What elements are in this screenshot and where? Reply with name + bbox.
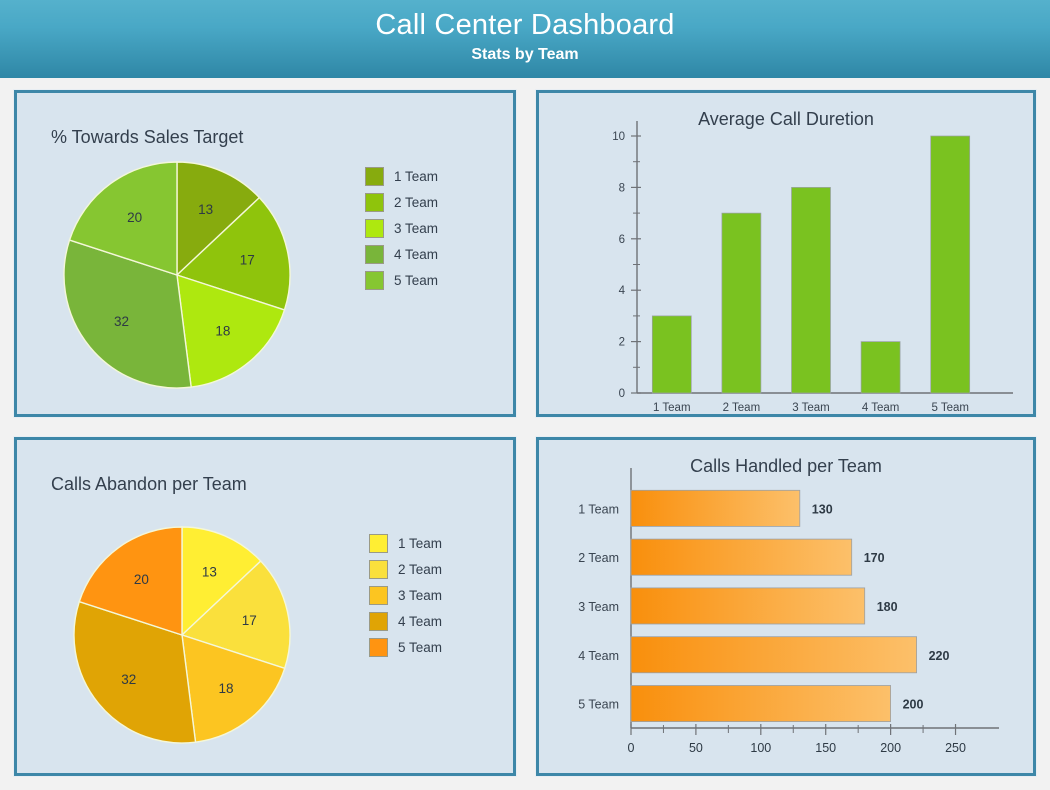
y-axis-category-label: 2 Team xyxy=(578,551,619,565)
pie-slice-value-label: 17 xyxy=(240,252,255,267)
legend-swatch-icon xyxy=(369,585,388,605)
legend-label: 1 Team xyxy=(394,168,439,184)
x-axis-category-label: 1 Team xyxy=(653,402,691,414)
pie-slice-value-label: 18 xyxy=(218,681,233,696)
panel-title-calls-abandon: Calls Abandon per Team xyxy=(51,474,247,494)
legend-label: 3 Team xyxy=(394,220,439,236)
legend-calls-abandon-item[interactable]: 1 Team xyxy=(369,530,442,556)
dashboard-header: Call Center Dashboard Stats by Team xyxy=(0,0,1050,78)
x-axis-category-label: 5 Team xyxy=(931,402,969,414)
bar[interactable] xyxy=(721,212,762,394)
bar[interactable] xyxy=(791,187,831,394)
pie-chart-calls-abandon-svg: 13 17 18 32 20 xyxy=(73,526,291,744)
x-axis-tick-label: 0 xyxy=(628,741,635,755)
panel-sales-target: % Towards Sales Target 13 17 18 32 20 1 Team… xyxy=(14,90,516,417)
pie-chart-sales-target: 13 17 18 32 20 xyxy=(57,155,297,400)
x-axis-tick-label: 50 xyxy=(689,741,703,755)
panel-average-call-duration: Average Call Duretion 0 2 4 6 8 10 1 Team 2 Tea… xyxy=(536,90,1036,417)
bar-value-label: 170 xyxy=(864,551,885,565)
x-axis-category-label: 4 Team xyxy=(862,402,900,414)
legend-label: 1 Team xyxy=(398,535,443,551)
y-axis-category-label: 4 Team xyxy=(578,649,619,663)
x-axis-tick-label: 100 xyxy=(750,741,771,755)
y-axis-tick-label: 4 xyxy=(619,285,626,297)
legend-sales-target-item[interactable]: 1 Team xyxy=(365,163,438,189)
legend-label: 5 Team xyxy=(394,272,439,288)
bar-chart-average-call-duration: 0 2 4 6 8 10 1 Team 2 Team 3 Team 4 Team 5 Team xyxy=(539,93,1033,414)
panel-title-sales-target: % Towards Sales Target xyxy=(51,127,244,147)
bar[interactable] xyxy=(630,489,801,527)
bar-value-label: 220 xyxy=(929,649,950,663)
pie-chart-calls-abandon: 13 17 18 32 20 xyxy=(67,520,297,755)
legend-sales-target-item[interactable]: 3 Team xyxy=(365,215,438,241)
legend-swatch-icon xyxy=(365,192,384,212)
legend-label: 4 Team xyxy=(398,613,443,629)
legend-swatch-icon xyxy=(369,533,388,553)
x-axis-tick-label: 250 xyxy=(945,741,966,755)
legend-sales-target-item[interactable]: 4 Team xyxy=(365,241,438,267)
x-axis-tick-label: 200 xyxy=(880,741,901,755)
legend-sales-target-item[interactable]: 2 Team xyxy=(365,189,438,215)
legend-label: 3 Team xyxy=(398,587,443,603)
dashboard-subtitle: Stats by Team xyxy=(471,46,579,63)
legend-swatch-icon xyxy=(365,218,384,238)
legend-sales-target-item[interactable]: 5 Team xyxy=(365,267,438,293)
x-axis-tick-label: 150 xyxy=(815,741,836,755)
legend-calls-abandon-item[interactable]: 3 Team xyxy=(369,582,442,608)
legend-label: 2 Team xyxy=(398,561,443,577)
y-axis-tick-label: 0 xyxy=(619,388,625,400)
legend-calls-abandon-item[interactable]: 2 Team xyxy=(369,556,442,582)
bar-chart-calls-handled: 0 50 100 150 200 250 1 Team 130 2 Team 170 3 Team 1… xyxy=(539,440,1033,773)
pie-slice-value-label: 20 xyxy=(134,572,149,587)
bar-value-label: 200 xyxy=(903,698,924,712)
pie-slice-value-label: 32 xyxy=(121,672,136,687)
pie-slice-value-label: 17 xyxy=(242,613,257,628)
y-axis-category-label: 3 Team xyxy=(578,600,619,614)
legend-swatch-icon xyxy=(369,637,388,657)
pie-chart-sales-target-svg: 13 17 18 32 20 xyxy=(63,161,291,389)
pie-slice-value-label: 20 xyxy=(127,210,142,225)
dashboard-title: Call Center Dashboard xyxy=(375,9,675,41)
legend-label: 4 Team xyxy=(394,246,439,262)
pie-slice-value-label: 13 xyxy=(198,202,213,217)
bar[interactable] xyxy=(630,538,853,576)
pie-slice-value-label: 13 xyxy=(202,565,217,580)
pie-slice-value-label: 18 xyxy=(215,324,230,339)
legend-label: 5 Team xyxy=(398,639,443,655)
legend-swatch-icon xyxy=(369,611,388,631)
y-axis-category-label: 5 Team xyxy=(578,698,619,712)
legend-swatch-icon xyxy=(369,559,388,579)
bar-chart-average-call-duration-svg: 0 2 4 6 8 10 1 Team 2 Team 3 Team 4 Team 5 Team xyxy=(612,121,1013,414)
panel-calls-abandon: Calls Abandon per Team 13 17 18 32 20 1 Team… xyxy=(14,437,516,776)
legend-calls-abandon-item[interactable]: 5 Team xyxy=(369,634,442,660)
panel-grid: % Towards Sales Target 13 17 18 32 20 1 Team… xyxy=(14,90,1036,776)
bar[interactable] xyxy=(860,341,901,394)
bar[interactable] xyxy=(930,135,971,394)
bar[interactable] xyxy=(630,636,918,674)
bar-value-label: 130 xyxy=(812,502,833,516)
y-axis-tick-label: 2 xyxy=(619,337,625,349)
bar[interactable] xyxy=(630,685,892,722)
y-axis-tick-label: 10 xyxy=(612,131,625,143)
x-axis-category-label: 3 Team xyxy=(792,402,830,414)
bar[interactable] xyxy=(630,587,866,625)
legend-swatch-icon xyxy=(365,244,384,264)
y-axis-tick-label: 6 xyxy=(619,234,625,246)
panel-calls-handled: Calls Handled per Team 0 50 100 150 200 250 1 … xyxy=(536,437,1036,776)
legend-sales-target: 1 Team 2 Team 3 Team 4 Team 5 Team xyxy=(365,163,438,293)
legend-label: 2 Team xyxy=(394,194,439,210)
bar-chart-calls-handled-svg: 0 50 100 150 200 250 1 Team 130 2 Team 170 3 Team 1… xyxy=(578,468,999,755)
legend-calls-abandon-item[interactable]: 4 Team xyxy=(369,608,442,634)
bar-value-label: 180 xyxy=(877,600,898,614)
legend-swatch-icon xyxy=(365,166,384,186)
y-axis-tick-label: 8 xyxy=(619,182,625,194)
y-axis-category-label: 1 Team xyxy=(578,502,619,516)
bar[interactable] xyxy=(651,315,692,394)
legend-swatch-icon xyxy=(365,270,384,290)
legend-calls-abandon: 1 Team 2 Team 3 Team 4 Team 5 Team xyxy=(369,530,442,660)
pie-slice-value-label: 32 xyxy=(114,314,129,329)
x-axis-category-label: 2 Team xyxy=(723,402,761,414)
